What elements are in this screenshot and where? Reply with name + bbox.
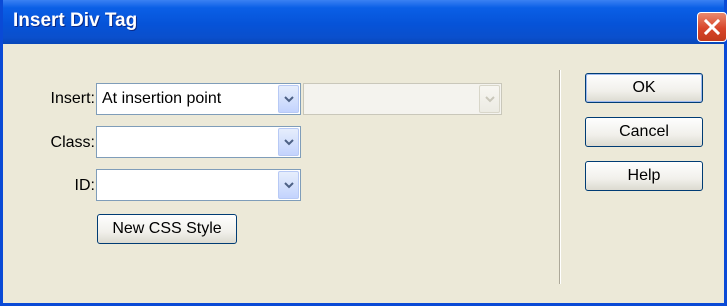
title-bar[interactable]: Insert Div Tag (3, 0, 724, 44)
chevron-down-icon (284, 139, 294, 146)
insert-label: Insert: (50, 90, 95, 107)
insert-div-tag-dialog: Insert Div Tag Insert: At insertion poin… (0, 0, 727, 306)
chevron-down-icon (284, 182, 294, 189)
insert-target-select (303, 83, 502, 115)
dialog-title: Insert Div Tag (13, 10, 138, 31)
class-select[interactable] (96, 126, 301, 158)
class-label: Class: (50, 134, 95, 151)
class-dropdown-button[interactable] (278, 128, 299, 156)
insert-select-value: At insertion point (102, 90, 222, 107)
id-select[interactable] (96, 169, 301, 201)
close-button[interactable] (697, 12, 727, 42)
insert-target-dropdown-button (479, 85, 500, 113)
cancel-button[interactable]: Cancel (585, 117, 703, 147)
close-icon (703, 18, 721, 36)
insert-select[interactable]: At insertion point (96, 83, 301, 115)
id-label: ID: (74, 177, 95, 194)
chevron-down-icon (284, 96, 294, 103)
insert-dropdown-button[interactable] (278, 85, 299, 113)
help-button[interactable]: Help (585, 161, 703, 191)
chevron-down-icon (485, 96, 495, 103)
id-dropdown-button[interactable] (278, 171, 299, 199)
separator (559, 70, 561, 284)
ok-button[interactable]: OK (585, 73, 703, 103)
new-css-style-button[interactable]: New CSS Style (97, 214, 237, 244)
